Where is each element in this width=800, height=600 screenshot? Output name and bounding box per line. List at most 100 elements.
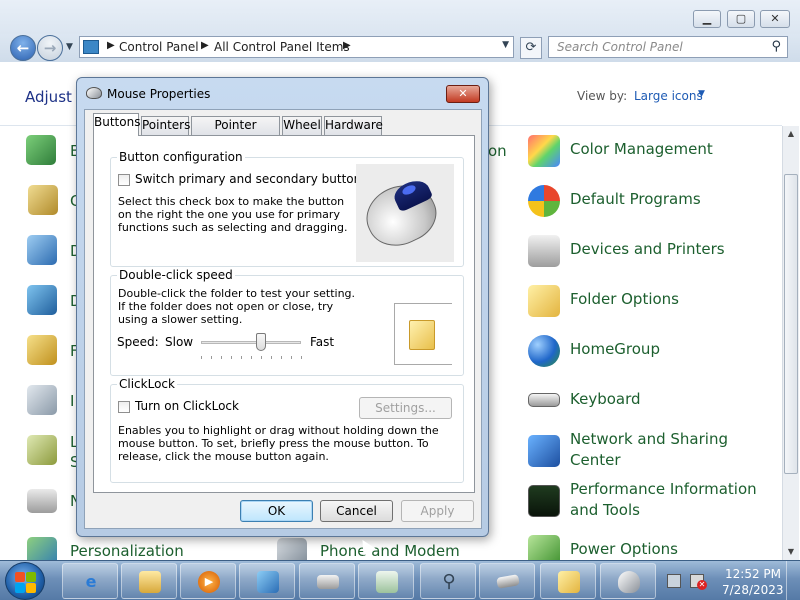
speed-label: Speed: [117,335,159,349]
back-button[interactable]: ← [10,35,36,61]
scroll-thumb[interactable] [784,174,798,474]
performance-icon [528,485,560,517]
clicklock-settings-button[interactable]: Settings... [359,397,452,419]
test-folder-area[interactable] [394,303,452,365]
taskbar-keyboard[interactable] [479,563,535,599]
dialog-title: Mouse Properties [107,87,211,101]
devices-printers-icon [528,235,560,267]
default-programs-icon [528,185,560,217]
color-management-icon [528,135,560,167]
close-window-button[interactable]: ✕ [760,10,790,28]
fast-label: Fast [310,335,335,349]
switch-buttons-label[interactable]: Switch primary and secondary buttons [135,172,368,186]
search-input[interactable]: Search Control Panel ⚲ [548,36,788,58]
refresh-button[interactable]: ⟳ [520,37,542,59]
speed-slider-track[interactable] [201,341,301,344]
taskbar-projector[interactable] [299,563,355,599]
document-icon [376,571,398,593]
explorer-icon [139,571,161,593]
item-label-partial[interactable]: I [70,392,74,410]
search-icon[interactable]: ⚲ [771,39,781,54]
chevron-down-icon[interactable]: ▼ [698,89,705,99]
switch-buttons-checkbox[interactable] [118,174,130,186]
item-label: Performance Information and Tools [570,480,757,519]
taskbar-media-player[interactable]: ▶ [180,563,236,599]
breadcrumb-all-items[interactable]: All Control Panel Items [214,40,350,54]
clicklock-label[interactable]: Turn on ClickLock [135,399,239,413]
chevron-right-icon[interactable]: ▶ [107,40,115,51]
notification-icon[interactable] [27,489,57,513]
tab-buttons[interactable]: Buttons [93,113,140,136]
folder-options-icon [528,285,560,317]
tab-pointer-options[interactable]: Pointer Options [191,116,280,149]
item-label: Network and Sharing Center [570,430,728,469]
action-center-icon[interactable] [667,574,681,588]
slider-tick [231,356,232,359]
ok-button[interactable]: OK [240,500,313,522]
slider-tick [301,356,302,359]
show-desktop-button[interactable] [786,561,800,600]
taskbar-folder-options[interactable] [540,563,596,599]
mouse-icon [618,571,640,593]
dialog-close-button[interactable]: ✕ [446,85,480,103]
taskbar-internet-explorer[interactable]: e [62,563,118,599]
chevron-right-icon[interactable]: ▶ [343,40,351,51]
slider-tick [241,356,242,359]
breadcrumb-control-panel[interactable]: Control Panel [119,40,199,54]
slider-tick [271,356,272,359]
tab-pointers[interactable]: Pointers [141,116,190,135]
cancel-button[interactable]: Cancel [320,500,393,522]
slider-tick [201,356,202,359]
display-icon[interactable] [27,285,57,315]
media-player-icon: ▶ [198,571,220,593]
indexing-icon[interactable] [27,385,57,415]
slow-label: Slow [165,335,194,349]
taskbar-document[interactable] [358,563,414,599]
recent-pages-dropdown[interactable]: ▼ [66,42,73,52]
location-icon[interactable] [27,435,57,465]
taskbar-magnifier[interactable]: ⚲ [420,563,476,599]
scroll-up-icon[interactable]: ▲ [783,126,799,142]
speed-slider-thumb[interactable] [256,333,266,351]
title-bar: ▁ ▢ ✕ [0,0,800,34]
item-label: Folder Options [570,290,679,308]
vertical-scrollbar[interactable]: ▲ ▼ [782,126,799,560]
chevron-right-icon[interactable]: ▶ [201,40,209,51]
slider-tick [251,356,252,359]
group-title: Button configuration [117,150,245,164]
slider-tick [211,356,212,359]
fonts-icon[interactable] [27,335,57,365]
credential-icon[interactable] [28,185,58,215]
clock-date[interactable]: 7/28/2023 [722,583,784,597]
taskbar-explorer[interactable] [121,563,177,599]
item-label-personalization[interactable]: Personalization [70,542,184,560]
minimize-button[interactable]: ▁ [693,10,721,28]
clicklock-checkbox[interactable] [118,401,130,413]
taskbar-control-panel[interactable] [239,563,295,599]
apply-button[interactable]: Apply [401,500,474,522]
desktop-gadgets-icon[interactable] [27,235,57,265]
keyboard-icon [528,393,560,407]
tab-hardware[interactable]: Hardware [324,116,383,135]
item-label-phone-modem[interactable]: Phone and Modem [320,542,460,560]
scroll-down-icon[interactable]: ▼ [783,544,799,560]
network-icon [528,435,560,467]
group-title: Double-click speed [117,268,235,282]
taskbar-mouse[interactable] [600,563,656,599]
dialog-body: Buttons Pointers Pointer Options Wheel H… [84,109,482,529]
address-bar[interactable]: ▶ Control Panel ▶ All Control Panel Item… [79,36,514,58]
tab-wheel[interactable]: Wheel [282,116,322,135]
clock-time[interactable]: 12:52 PM [725,567,781,581]
maximize-button[interactable]: ▢ [727,10,755,28]
folder-icon[interactable] [409,320,435,350]
clicklock-group: ClickLock Turn on ClickLock Settings... … [110,377,464,483]
folder-options-icon [558,571,580,593]
address-dropdown-icon[interactable]: ▼ [502,40,509,50]
control-panel-icon [83,40,99,54]
forward-button[interactable]: → [37,35,63,61]
item-label: Color Management [570,140,713,158]
view-by-dropdown[interactable]: Large icons [634,89,703,103]
item-label-partial[interactable]: on [488,142,507,160]
start-button[interactable] [5,562,45,600]
backup-icon[interactable] [26,135,56,165]
